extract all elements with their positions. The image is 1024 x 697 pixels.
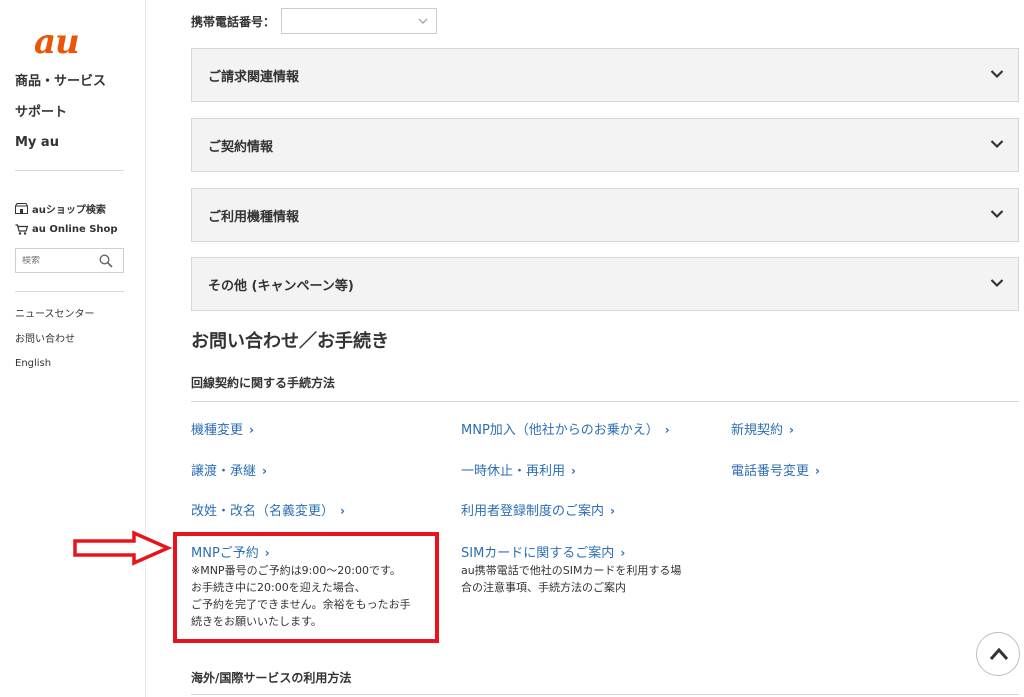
link-suspend[interactable]: 一時休止・再利用 › xyxy=(461,460,576,479)
accordion-device[interactable]: ご利用機種情報 xyxy=(191,188,1019,242)
link-label: 機種変更 xyxy=(191,423,244,438)
link-label: 電話番号変更 xyxy=(731,464,810,479)
link-number-change[interactable]: 電話番号変更 › xyxy=(731,460,820,479)
chevron-down-icon xyxy=(990,210,1004,219)
link-new-contract[interactable]: 新規契約 › xyxy=(731,419,794,438)
nav-item-myau[interactable]: My au xyxy=(15,133,106,164)
link-device-change[interactable]: 機種変更 › xyxy=(191,419,254,438)
link-name-change[interactable]: 改姓・改名（名義変更） › xyxy=(191,500,345,519)
chevron-down-icon xyxy=(990,70,1004,79)
chevron-down-icon xyxy=(418,18,428,24)
main-nav: 商品・サービス サポート My au xyxy=(15,72,106,164)
chevron-down-icon xyxy=(990,140,1004,149)
search-icon[interactable] xyxy=(99,254,113,268)
chevron-right-icon: › xyxy=(571,464,576,478)
online-shop-link[interactable]: au Online Shop xyxy=(15,224,118,235)
red-arrow-icon xyxy=(73,530,172,566)
subsection-title: 海外/国際サービスの利用方法 xyxy=(191,671,352,685)
link-label: SIMカードに関するご案内 xyxy=(461,546,615,561)
link-contact[interactable]: お問い合わせ xyxy=(15,332,95,357)
highlight-box xyxy=(173,532,439,643)
au-logo[interactable]: au xyxy=(34,22,80,62)
link-transfer[interactable]: 譲渡・承継 › xyxy=(191,460,267,479)
chevron-right-icon: › xyxy=(815,464,820,478)
link-label: 新規契約 xyxy=(731,423,784,438)
phone-number-row: 携帯電話番号： xyxy=(191,8,438,34)
accordion-contract[interactable]: ご契約情報 xyxy=(191,118,1019,172)
nav-item-support[interactable]: サポート xyxy=(15,103,106,134)
section-title: お問い合わせ／お手続き xyxy=(191,331,389,352)
sidebar-search[interactable] xyxy=(15,248,124,273)
nav-item-products[interactable]: 商品・サービス xyxy=(15,72,106,103)
search-input[interactable] xyxy=(22,255,92,266)
accordion-title: ご利用機種情報 xyxy=(208,210,300,225)
chevron-down-icon xyxy=(990,279,1004,288)
chevron-right-icon: › xyxy=(664,423,670,437)
chevron-right-icon: › xyxy=(789,423,794,437)
accordion-title: ご契約情報 xyxy=(208,140,274,155)
chevron-right-icon: › xyxy=(262,464,267,478)
sidebar-divider xyxy=(15,291,124,292)
online-shop-label: au Online Shop xyxy=(32,224,118,235)
sidebar: au 商品・サービス サポート My au auショップ検索 au Online… xyxy=(0,0,146,697)
chevron-right-icon: › xyxy=(340,504,345,518)
chevron-right-icon: › xyxy=(620,546,626,560)
shop-icon xyxy=(15,203,28,214)
link-mnp-join[interactable]: MNP加入（他社からのお乗かえ） › xyxy=(461,419,670,438)
phone-number-label: 携帯電話番号： xyxy=(191,14,276,29)
divider xyxy=(191,694,1019,695)
sidebar-divider xyxy=(15,170,124,171)
link-label: 利用者登録制度のご案内 xyxy=(461,504,605,519)
link-english[interactable]: English xyxy=(15,356,95,381)
link-label: MNP加入（他社からのお乗かえ） xyxy=(461,423,659,438)
link-sim-card-info[interactable]: SIMカードに関するご案内 › xyxy=(461,542,625,561)
link-label: 改姓・改名（名義変更） xyxy=(191,504,335,519)
phone-number-select[interactable] xyxy=(281,8,438,34)
sim-card-note: au携帯電話で他社のSIMカードを利用する場 合の注意事項、手続方法のご案内 xyxy=(461,562,681,596)
cart-icon xyxy=(15,224,28,235)
shop-search-label: auショップ検索 xyxy=(32,205,106,216)
accordion-title: その他 (キャンペーン等) xyxy=(208,279,354,294)
link-label: 譲渡・承継 xyxy=(191,464,257,479)
shop-search-link[interactable]: auショップ検索 xyxy=(15,201,106,216)
accordion-billing[interactable]: ご請求関連情報 xyxy=(191,48,1019,102)
chevron-up-icon xyxy=(989,647,1009,660)
chevron-right-icon: › xyxy=(610,504,615,518)
divider xyxy=(191,401,1019,402)
link-label: 一時休止・再利用 xyxy=(461,464,566,479)
sidebar-links: ニュースセンター お問い合わせ English xyxy=(15,307,95,381)
accordion-other[interactable]: その他 (キャンペーン等) xyxy=(191,257,1019,311)
back-to-top-button[interactable] xyxy=(976,632,1020,676)
accordion-title: ご請求関連情報 xyxy=(208,70,300,85)
subsection-title: 回線契約に関する手続方法 xyxy=(191,376,336,390)
link-user-registration[interactable]: 利用者登録制度のご案内 › xyxy=(461,500,615,519)
note-line: 合の注意事項、手続方法のご案内 xyxy=(461,581,626,594)
note-line: au携帯電話で他社のSIMカードを利用する場 xyxy=(461,564,682,577)
link-news-center[interactable]: ニュースセンター xyxy=(15,307,95,332)
chevron-right-icon: › xyxy=(249,423,254,437)
